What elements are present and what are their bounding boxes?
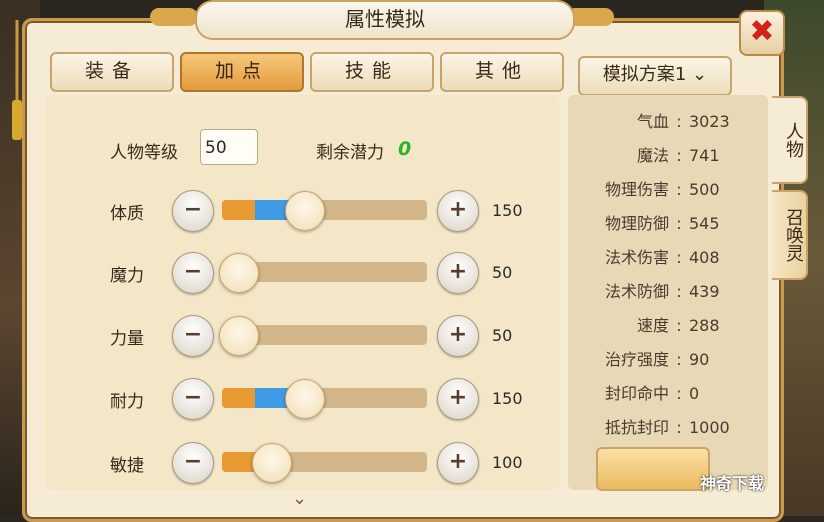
stat-colon: : [676,146,682,165]
slider-label: 敏捷 [110,456,144,476]
stat-row: 法术防御:439 [575,278,720,302]
stat-name: 法术防御 [604,282,669,301]
slider-label: 耐力 [110,392,144,412]
close-button[interactable]: ✖ [739,10,785,56]
slider-knob[interactable] [285,191,325,231]
chevron-down-icon: ⌄ [692,64,708,85]
slider-value: 50 [492,263,513,282]
decrease-button[interactable]: − [172,315,214,357]
bottom-action-button[interactable] [596,447,710,491]
stat-row: 物理防御:545 [575,210,720,234]
slider-label: 力量 [110,329,144,349]
slider-value: 100 [492,453,523,472]
scroll-down-icon[interactable]: ⌄ [292,488,314,509]
tab-other[interactable]: 其他 [440,52,564,92]
stat-row: 速度:288 [575,312,720,336]
increase-button[interactable]: + [437,442,479,484]
window-title: 属性模拟 [195,0,575,40]
stat-colon: : [676,282,682,301]
stat-colon: : [676,112,682,131]
stat-name: 魔法 [636,146,669,165]
stat-colon: : [676,316,682,335]
stat-row: 治疗强度:90 [575,346,709,370]
tab-skills[interactable]: 技能 [310,52,434,92]
stat-value: 90 [689,350,710,369]
side-tab-character[interactable]: 人物 [772,96,808,184]
stat-value: 1000 [689,418,730,437]
stat-value: 741 [689,146,720,165]
stat-name: 法术伤害 [604,248,669,267]
slider-knob[interactable] [252,443,293,483]
decrease-button[interactable]: − [172,442,214,484]
stat-value: 288 [689,316,720,335]
slider-label: 体质 [110,204,144,224]
stat-value: 500 [689,180,720,199]
slider-fill-base [222,452,255,472]
stat-colon: : [676,214,682,233]
title-ornament-left [150,8,198,26]
remaining-value: 0 [398,138,412,160]
tab-add-points[interactable]: 加点 [180,52,304,92]
close-icon: ✖ [749,14,775,49]
slider-value: 150 [492,201,523,220]
stat-row: 魔法:741 [575,142,720,166]
stat-row: 气血:3023 [575,108,730,132]
side-tab-summon[interactable]: 召唤灵 [772,190,808,280]
watermark-text: 神奇下载 [700,474,765,493]
decrease-button[interactable]: − [172,252,214,294]
level-label: 人物等级 [110,143,178,163]
stat-name: 封印命中 [604,384,669,403]
stat-colon: : [676,350,682,369]
stat-name: 气血 [636,112,669,131]
stat-row: 法术伤害:408 [575,244,720,268]
scheme-label: 模拟方案1 [602,64,687,85]
stat-name: 治疗强度 [604,350,669,369]
tassel-ornament [10,20,24,150]
slider-value: 50 [492,326,513,345]
stat-name: 抵抗封印 [604,418,669,437]
remaining-label: 剩余潜力 [316,143,384,163]
stat-name: 速度 [636,316,669,335]
stat-value: 0 [689,384,700,403]
scheme-dropdown[interactable]: 模拟方案1 ⌄ [578,56,732,96]
stat-name: 物理防御 [604,214,669,233]
slider-label: 魔力 [110,266,144,286]
decrease-button[interactable]: − [172,378,214,420]
stat-colon: : [676,384,682,403]
stat-row: 物理伤害:500 [575,176,720,200]
increase-button[interactable]: + [437,315,479,357]
stat-value: 408 [689,248,720,267]
stat-name: 物理伤害 [604,180,669,199]
slider-value: 150 [492,389,523,408]
stat-row: 封印命中:0 [575,380,699,404]
slider-fill-base [222,388,255,408]
slider-fill-base [222,200,255,220]
stat-value: 439 [689,282,720,301]
stat-colon: : [676,248,682,267]
stat-colon: : [676,180,682,199]
decrease-button[interactable]: − [172,190,214,232]
stat-colon: : [676,418,682,437]
increase-button[interactable]: + [437,190,479,232]
stat-value: 545 [689,214,720,233]
level-input[interactable]: 50 [200,129,258,165]
slider-knob[interactable] [285,379,325,419]
stat-row: 抵抗封印:1000 [575,414,730,438]
stat-value: 3023 [689,112,730,131]
increase-button[interactable]: + [437,252,479,294]
increase-button[interactable]: + [437,378,479,420]
tab-equipment[interactable]: 装备 [50,52,174,92]
